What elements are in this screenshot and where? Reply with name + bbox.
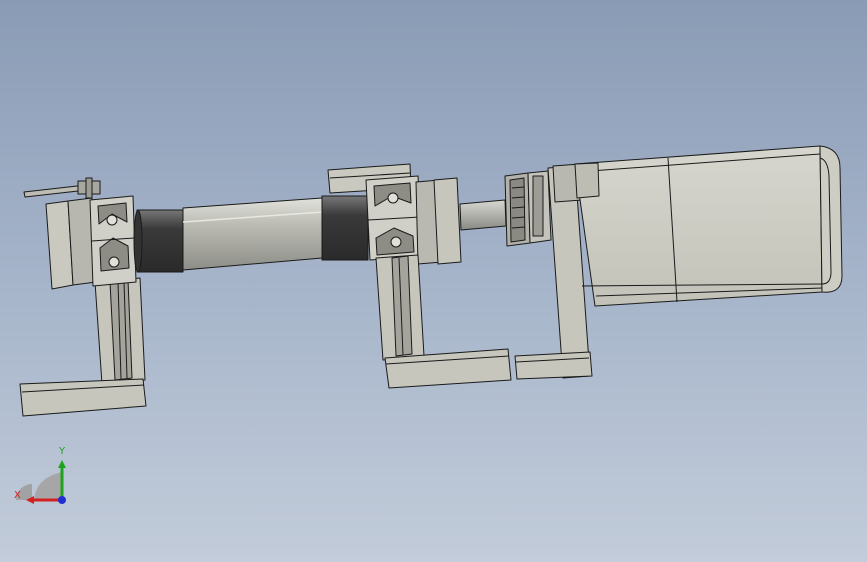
middle-tube-collar[interactable] <box>321 195 369 261</box>
middle-support-bracket[interactable] <box>375 254 512 389</box>
x-axis-label: X <box>14 490 21 501</box>
left-support-bracket[interactable] <box>19 277 147 417</box>
middle-flange-block[interactable] <box>415 177 462 265</box>
left-end-plate[interactable] <box>45 197 97 290</box>
left-tube-collar[interactable] <box>136 209 184 273</box>
y-axis-label: Y <box>58 446 66 457</box>
coordinate-triad-icon: Y X <box>12 440 76 510</box>
assembly-model[interactable] <box>0 0 867 562</box>
graphics-viewport[interactable]: Y X <box>0 0 867 562</box>
triad-graphic: Y X <box>14 446 66 504</box>
shaft-coupling[interactable] <box>504 170 552 247</box>
proximity-sensor[interactable] <box>23 177 101 199</box>
piston-rod[interactable] <box>459 199 507 231</box>
stepper-motor[interactable] <box>574 145 843 307</box>
main-cylinder-tube[interactable] <box>182 197 323 271</box>
middle-aluminum-profile[interactable] <box>365 175 423 261</box>
left-aluminum-profile[interactable] <box>89 195 137 287</box>
